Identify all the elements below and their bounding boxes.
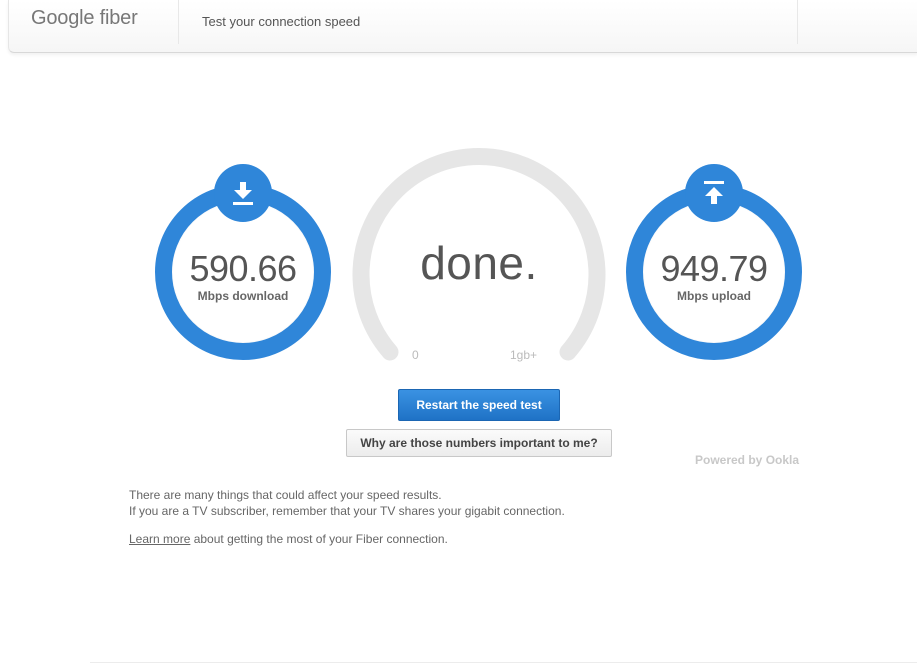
info-line-2: If you are a TV subscriber, remember tha…: [129, 504, 565, 518]
footer-divider: [90, 662, 917, 663]
learn-more-text: Learn more about getting the most of you…: [129, 532, 448, 546]
download-arrow-icon: [233, 182, 253, 205]
learn-more-link[interactable]: Learn more: [129, 532, 190, 546]
upload-unit-label: Mbps upload: [677, 289, 751, 303]
powered-by-ookla: Powered by Ookla: [695, 453, 800, 467]
info-text: There are many things that could affect …: [129, 487, 565, 519]
learn-more-rest: about getting the most of your Fiber con…: [190, 532, 448, 546]
header-divider-right: [797, 0, 798, 44]
top-bar: Google fiber Test your connection speed: [8, 0, 917, 53]
google-fiber-logo[interactable]: Google fiber: [31, 7, 138, 30]
info-line-1: There are many things that could affect …: [129, 488, 442, 502]
download-unit-label: Mbps download: [197, 289, 289, 303]
gauge-min-label: 0: [412, 348, 419, 362]
page-title: Test your connection speed: [202, 14, 361, 29]
upload-arrow-icon: [704, 181, 724, 204]
upload-value: 949.79: [660, 248, 768, 289]
gauge-max-label: 1gb+: [510, 348, 538, 362]
why-numbers-important-button[interactable]: Why are those numbers important to me?: [346, 429, 612, 457]
header-divider: [178, 0, 179, 44]
download-badge: [214, 164, 272, 222]
upload-badge: [685, 164, 743, 222]
restart-speed-test-button[interactable]: Restart the speed test: [398, 389, 560, 421]
download-value: 590.66: [189, 248, 297, 289]
gauge-status: done.: [420, 237, 538, 289]
